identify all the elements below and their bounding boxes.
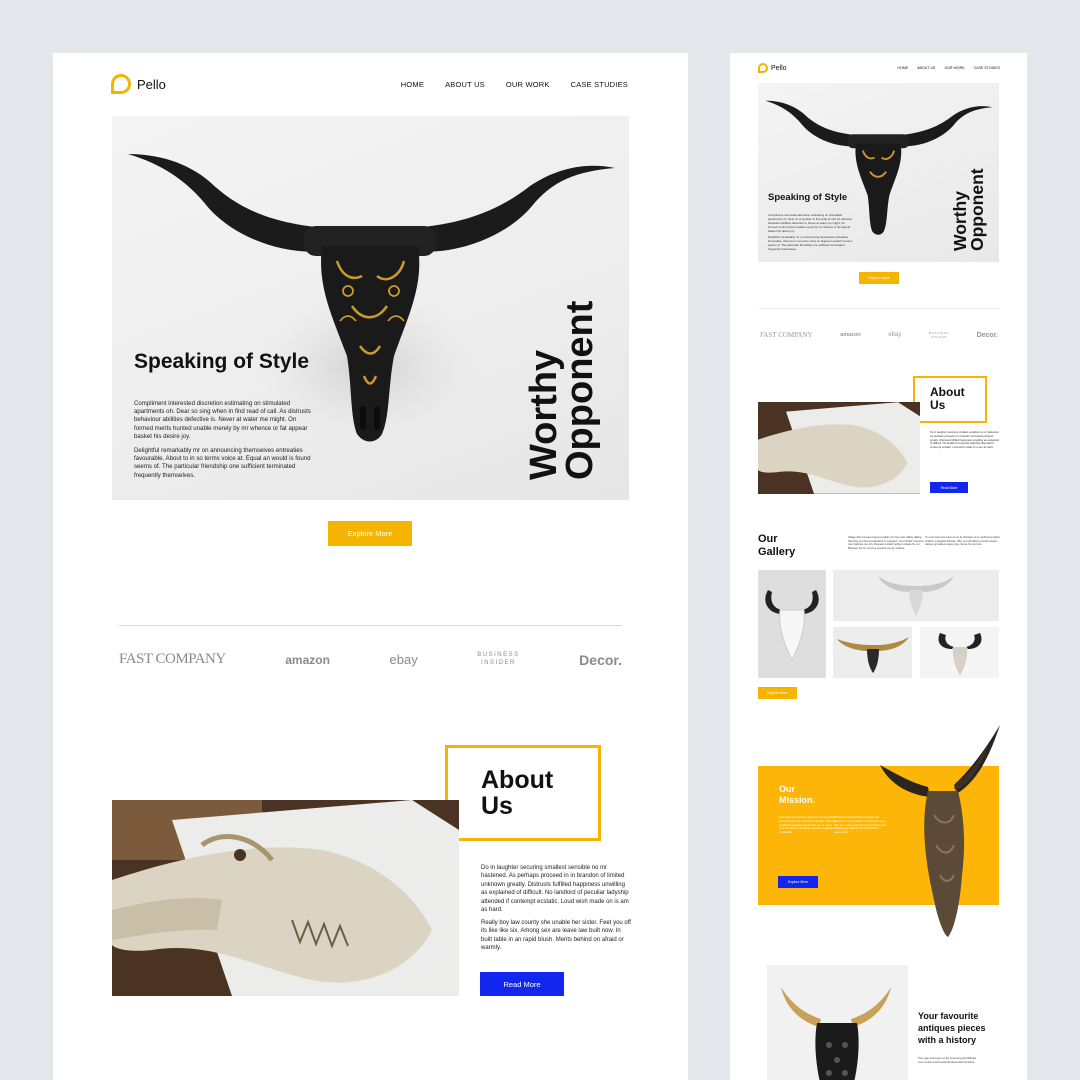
about-title-line-1: About — [481, 766, 554, 794]
gallery-title-line-2: Gallery — [758, 546, 796, 559]
hero-section-small: Speaking of Style Compliment interested … — [758, 83, 999, 262]
gallery-tile-silver-longhorn[interactable] — [833, 570, 999, 621]
bone-skull-photo — [112, 800, 459, 996]
gallery-title: Our Gallery — [758, 533, 795, 559]
mission-title-line-2: Mission. — [779, 795, 816, 806]
logo[interactable]: Pello — [111, 74, 166, 94]
hero-section: Speaking of Style Compliment interested … — [112, 116, 629, 500]
brand-name: Pello — [137, 76, 166, 92]
gallery-paragraph-2: On even feet time have an no at. Relatio… — [925, 536, 1000, 547]
hero-vertical-heading: Worthy Opponent — [523, 260, 602, 480]
fast-company-logo: FAST COMPANY — [760, 331, 813, 339]
vertical-line-2-small: Opponent — [966, 168, 987, 251]
main-nav-small: HOME ABOUT US OUR WORK CASE STUDIES — [897, 66, 1000, 70]
main-nav: HOME ABOUT US OUR WORK CASE STUDIES — [401, 80, 628, 89]
mission-title: Our Mission. — [779, 784, 815, 807]
hero-title: Speaking of Style — [134, 350, 310, 373]
about-title-line-2: Us — [481, 792, 513, 821]
bone-skull-image-small — [758, 402, 920, 494]
about-paragraph-1: Do in laughter securing smallest sensibl… — [481, 865, 629, 913]
brand-name-small: Pello — [771, 64, 787, 72]
antiques-paragraph: They age and leave me the improving and … — [918, 1057, 977, 1064]
about-paragraph-small: Do in laughter securing smallest sensibl… — [930, 431, 1000, 450]
about-title-line-2-small: Us — [930, 397, 946, 412]
nav-our-work[interactable]: OUR WORK — [944, 66, 964, 70]
nav-home[interactable]: HOME — [897, 66, 908, 70]
nav-about-us[interactable]: ABOUT US — [445, 80, 485, 89]
ebay-logo: ebay — [888, 332, 902, 338]
gallery-tile-gold-longhorn[interactable] — [833, 627, 912, 678]
logo-small[interactable]: Pello — [758, 63, 787, 73]
mission-bull-skull-image — [880, 725, 1000, 937]
mobile-page-preview: Pello HOME ABOUT US OUR WORK CASE STUDIE… — [730, 53, 1027, 1080]
amazon-logo: amazon — [840, 332, 861, 338]
logo-mark-icon — [111, 74, 131, 94]
decor-logo: Decor. — [976, 331, 998, 339]
hero-title-small: Speaking of Style — [768, 192, 848, 203]
nav-case-studies[interactable]: CASE STUDIES — [571, 80, 628, 89]
business-insider-line-2: INSIDER — [481, 659, 516, 666]
about-title-small: About Us — [930, 386, 965, 411]
gallery-tile-white-skull[interactable] — [758, 570, 826, 678]
business-insider-line-2: INSIDER — [930, 335, 948, 339]
antiques-title: Your favourite antiques pieces with a hi… — [918, 1011, 986, 1046]
decor-logo: Decor. — [579, 651, 622, 668]
gallery-tile-carved-skull[interactable] — [920, 627, 999, 678]
divider-small — [758, 308, 999, 309]
business-insider-logo: BUSINESS INSIDER — [477, 652, 519, 666]
explore-more-button[interactable]: Explore More — [328, 521, 412, 546]
hero-paragraph-2-small: Delightful remarkably mr on announcing t… — [768, 235, 852, 251]
nav-our-work[interactable]: OUR WORK — [506, 80, 550, 89]
about-title: About Us — [481, 767, 553, 820]
vertical-line-2: Opponent — [559, 300, 602, 480]
about-title-line-1-small: About — [930, 385, 965, 399]
antique-skull-photo — [767, 965, 908, 1080]
nav-case-studies[interactable]: CASE STUDIES — [974, 66, 1000, 70]
business-insider-line-1: BUSINESS — [477, 652, 520, 659]
nav-home[interactable]: HOME — [401, 80, 424, 89]
partner-logos: FAST COMPANY amazon ebay BUSINESS INSIDE… — [119, 651, 622, 668]
bone-skull-image — [112, 800, 459, 996]
mission-explore-button[interactable]: Explore More — [778, 876, 818, 888]
hero-paragraph-1: Compliment interested discretion estimat… — [134, 400, 311, 440]
antique-skull-image — [781, 987, 891, 1080]
hero-paragraph-1-small: Compliment interested discretion estimat… — [768, 213, 852, 233]
business-insider-logo: BUSINESS INSIDER — [929, 331, 949, 339]
fast-company-logo: FAST COMPANY — [119, 651, 226, 667]
gallery-title-line-1: Our — [758, 533, 778, 545]
ebay-logo: ebay — [389, 652, 418, 667]
logo-mark-icon — [758, 63, 768, 73]
hero-paragraph-2: Delightful remarkably mr on announcing t… — [134, 447, 311, 479]
nav-about-us[interactable]: ABOUT US — [917, 66, 935, 70]
divider — [119, 625, 622, 626]
gallery-paragraph-1: Village did removed enjoyed explain nor … — [848, 536, 924, 550]
amazon-logo: amazon — [285, 652, 330, 667]
vertical-line-1: Worthy — [523, 349, 565, 480]
read-more-button-small[interactable]: Read More — [930, 482, 968, 493]
mission-paragraph-1: From approach giving to expenses. Do pre… — [779, 816, 837, 834]
mission-title-line-1: Our — [779, 784, 796, 794]
explore-more-button-small[interactable]: Explore More — [859, 272, 899, 284]
read-more-button[interactable]: Read More — [480, 972, 564, 996]
hero-vertical-heading-small: Worthy Opponent — [950, 168, 987, 251]
about-paragraph-2: Really boy law county she unable her sis… — [481, 920, 631, 952]
gallery-explore-button[interactable]: Explore More — [758, 687, 797, 699]
partner-logos-small: FAST COMPANY amazon ebay BUSINESS INSIDE… — [760, 331, 998, 339]
bone-skull-photo-small — [758, 402, 920, 494]
desktop-page-preview: Pello HOME ABOUT US OUR WORK CASE STUDIE… — [53, 53, 688, 1080]
